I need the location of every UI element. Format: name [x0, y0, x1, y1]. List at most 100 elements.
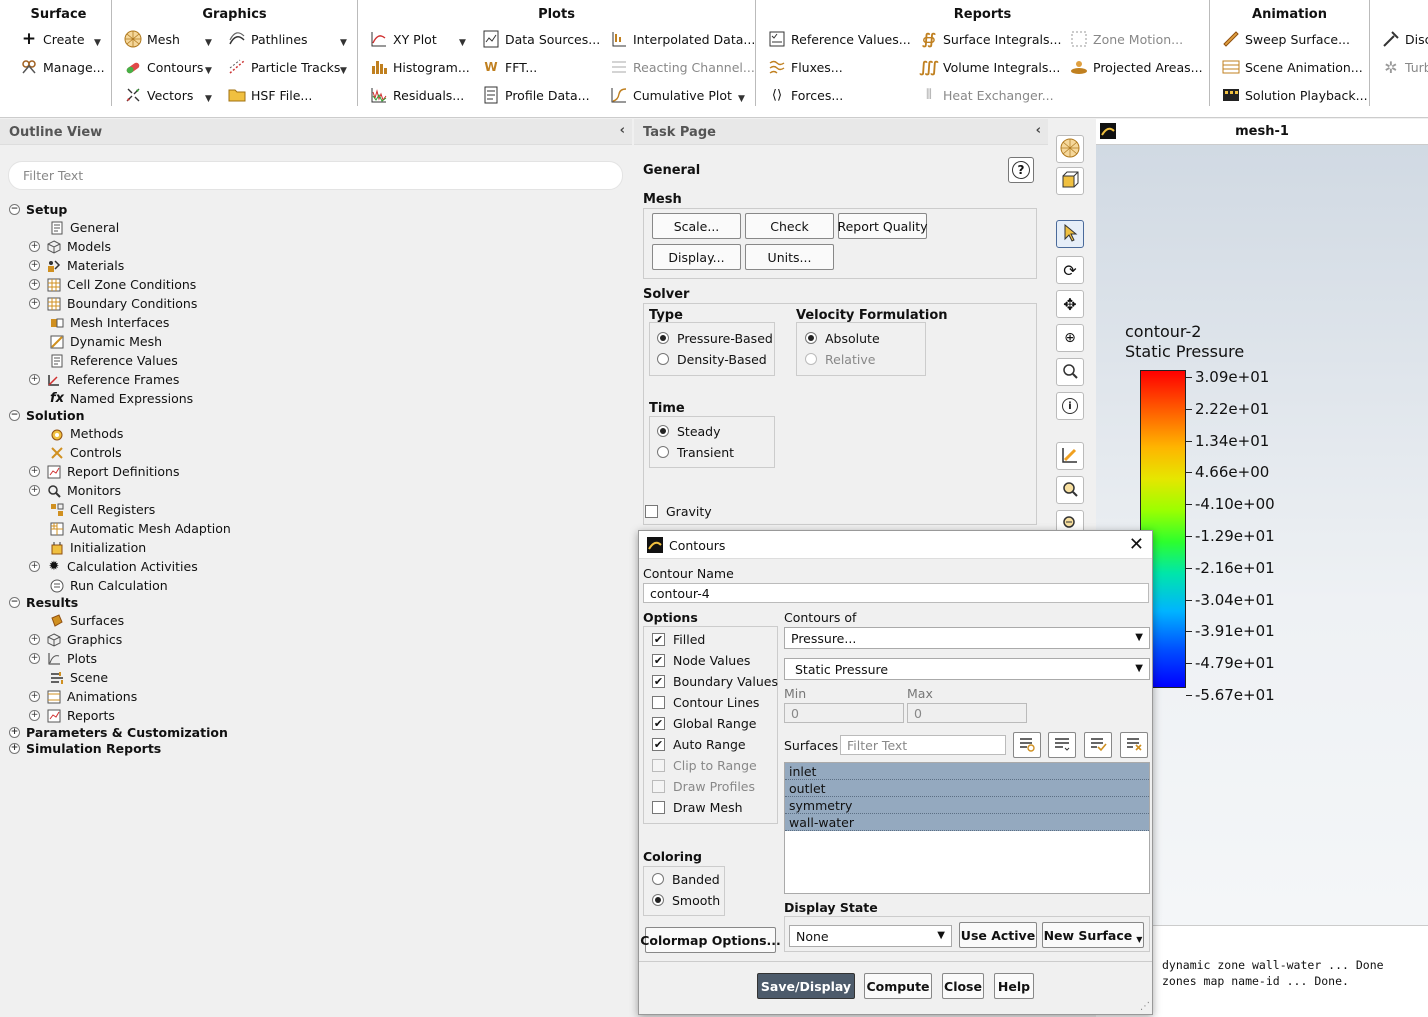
rotate-button[interactable]: ⟳: [1056, 256, 1084, 284]
surfaces-list[interactable]: inlet outlet symmetry wall-water: [784, 762, 1150, 894]
tree-item-reference-values[interactable]: Reference Values: [49, 351, 178, 370]
collapse-icon[interactable]: −: [9, 597, 20, 608]
expand-icon[interactable]: +: [29, 466, 40, 477]
tree-item-animations[interactable]: + Animations: [29, 687, 137, 706]
filled-checkbox[interactable]: ✔ Filled: [652, 630, 705, 648]
list-options-button[interactable]: [1048, 732, 1076, 758]
expand-icon[interactable]: +: [29, 485, 40, 496]
tree-item-models[interactable]: + Models: [29, 237, 111, 256]
xy-plot-button[interactable]: XY Plot: [370, 28, 437, 50]
close-button[interactable]: Close: [942, 973, 984, 999]
expand-icon[interactable]: +: [29, 279, 40, 290]
sweep-surface-button[interactable]: Sweep Surface...: [1222, 28, 1350, 50]
expand-icon[interactable]: +: [29, 691, 40, 702]
resize-grip-icon[interactable]: ⋰: [1140, 1001, 1150, 1012]
contours-dropdown-arrow[interactable]: ▼: [205, 66, 212, 76]
vectors-button[interactable]: Vectors: [124, 84, 193, 106]
reacting-channel-button[interactable]: Reacting Channel...: [610, 56, 755, 78]
tree-item-plots[interactable]: + Plots: [29, 649, 97, 668]
smooth-radio[interactable]: Smooth: [652, 891, 720, 909]
tree-item-methods[interactable]: Methods: [49, 424, 123, 443]
density-based-radio[interactable]: Density-Based: [657, 350, 767, 368]
collapse-icon[interactable]: −: [9, 204, 20, 215]
gravity-checkbox[interactable]: Gravity: [645, 502, 712, 520]
zoom-button[interactable]: ⊕: [1056, 324, 1084, 352]
tree-item-surfaces[interactable]: Surfaces: [49, 611, 124, 630]
expand-icon[interactable]: +: [29, 653, 40, 664]
collapse-task-icon[interactable]: ‹: [1036, 123, 1041, 138]
surface-list-item[interactable]: symmetry: [785, 797, 1149, 814]
expand-icon[interactable]: +: [9, 727, 20, 738]
surface-list-item[interactable]: wall-water: [785, 814, 1149, 831]
tree-item-dynamic-mesh[interactable]: Dynamic Mesh: [49, 332, 162, 351]
steady-radio[interactable]: Steady: [657, 422, 721, 440]
select-pointer-button[interactable]: [1056, 220, 1084, 248]
display-state-select[interactable]: None ▼: [789, 925, 952, 947]
new-surface-button[interactable]: New Surface ▼: [1042, 922, 1144, 948]
tree-item-monitors[interactable]: + Monitors: [29, 481, 121, 500]
pathlines-button[interactable]: Pathlines: [228, 28, 308, 50]
relative-radio[interactable]: Relative: [805, 350, 875, 368]
forces-button[interactable]: ⟨⟩ Forces...: [768, 84, 843, 106]
tree-item-reference-frames[interactable]: + Reference Frames: [29, 370, 179, 389]
node-values-checkbox[interactable]: ✔ Node Values: [652, 651, 750, 669]
expand-icon[interactable]: +: [29, 561, 40, 572]
boundary-values-checkbox[interactable]: ✔ Boundary Values: [652, 672, 778, 690]
tree-item-setup[interactable]: − Setup: [9, 200, 67, 219]
profile-data-button[interactable]: Profile Data...: [482, 84, 590, 106]
tree-item-cell-zone-conditions[interactable]: + Cell Zone Conditions: [29, 275, 196, 294]
data-sources-button[interactable]: Data Sources...: [482, 28, 600, 50]
absolute-radio[interactable]: Absolute: [805, 329, 880, 347]
zoom-in-button[interactable]: [1056, 476, 1084, 504]
tree-item-materials[interactable]: + Materials: [29, 256, 124, 275]
vectors-dropdown-arrow[interactable]: ▼: [205, 94, 212, 104]
mesh-dropdown-arrow[interactable]: ▼: [205, 38, 212, 48]
tree-item-report-definitions[interactable]: + Report Definitions: [29, 462, 179, 481]
expand-icon[interactable]: +: [9, 743, 20, 754]
expand-icon[interactable]: +: [29, 298, 40, 309]
residuals-button[interactable]: Residuals...: [370, 84, 464, 106]
zone-motion-button[interactable]: Zone Motion...: [1070, 28, 1183, 50]
save-display-button[interactable]: Save/Display: [757, 973, 855, 999]
contours-of-select[interactable]: Pressure... ▼: [784, 627, 1150, 649]
transient-radio[interactable]: Transient: [657, 443, 734, 461]
clip-to-range-checkbox[interactable]: Clip to Range: [652, 756, 757, 774]
collapse-panel-icon[interactable]: ‹: [620, 123, 625, 138]
mesh-display-button[interactable]: Display...: [652, 244, 741, 270]
tree-item-graphics[interactable]: + Graphics: [29, 630, 122, 649]
expand-icon[interactable]: +: [29, 374, 40, 385]
hsf-file-button[interactable]: HSF File...: [228, 84, 312, 106]
tree-item-mesh-interfaces[interactable]: Mesh Interfaces: [49, 313, 169, 332]
draw-profiles-checkbox[interactable]: Draw Profiles: [652, 777, 755, 795]
colormap-options-button[interactable]: Colormap Options...: [640, 927, 781, 953]
tree-item-solution[interactable]: − Solution: [9, 406, 85, 425]
compute-button[interactable]: Compute: [864, 973, 932, 999]
tree-item-simulation-reports[interactable]: + Simulation Reports: [9, 739, 161, 758]
tree-item-initialization[interactable]: Initialization: [49, 538, 146, 557]
surfaces-filter-input[interactable]: Filter Text: [840, 735, 1006, 755]
help-button[interactable]: ?: [1008, 157, 1034, 183]
interpolated-data-button[interactable]: Interpolated Data...: [610, 28, 755, 50]
pan-button[interactable]: ✥: [1056, 290, 1084, 318]
heat-exchanger-button[interactable]: ⫴ Heat Exchanger...: [920, 84, 1054, 106]
manage-button[interactable]: Manage...: [20, 56, 105, 78]
surface-list-item[interactable]: inlet: [785, 763, 1149, 780]
units-button[interactable]: Units...: [745, 244, 834, 270]
global-range-checkbox[interactable]: ✔ Global Range: [652, 714, 756, 732]
xy-plot-dropdown-arrow[interactable]: ▼: [459, 38, 466, 48]
tree-item-scene[interactable]: Scene: [49, 668, 108, 687]
select-all-surfaces-button[interactable]: [1013, 732, 1041, 758]
expand-icon[interactable]: +: [29, 634, 40, 645]
max-input[interactable]: 0: [907, 703, 1027, 723]
fit-view-button[interactable]: [1056, 442, 1084, 470]
fft-button[interactable]: W FFT...: [482, 56, 537, 78]
contours-sub-select[interactable]: Static Pressure ▼: [784, 658, 1150, 680]
particle-tracks-dropdown-arrow[interactable]: ▼: [340, 66, 347, 76]
tree-item-controls[interactable]: Controls: [49, 443, 122, 462]
scene-animation-button[interactable]: Scene Animation...: [1222, 56, 1363, 78]
scale-button[interactable]: Scale...: [652, 213, 741, 239]
collapse-icon[interactable]: −: [9, 410, 20, 421]
cumulative-plot-dropdown-arrow[interactable]: ▼: [738, 94, 745, 104]
info-button[interactable]: i: [1056, 392, 1084, 420]
outline-filter-input[interactable]: Filter Text: [8, 161, 623, 190]
